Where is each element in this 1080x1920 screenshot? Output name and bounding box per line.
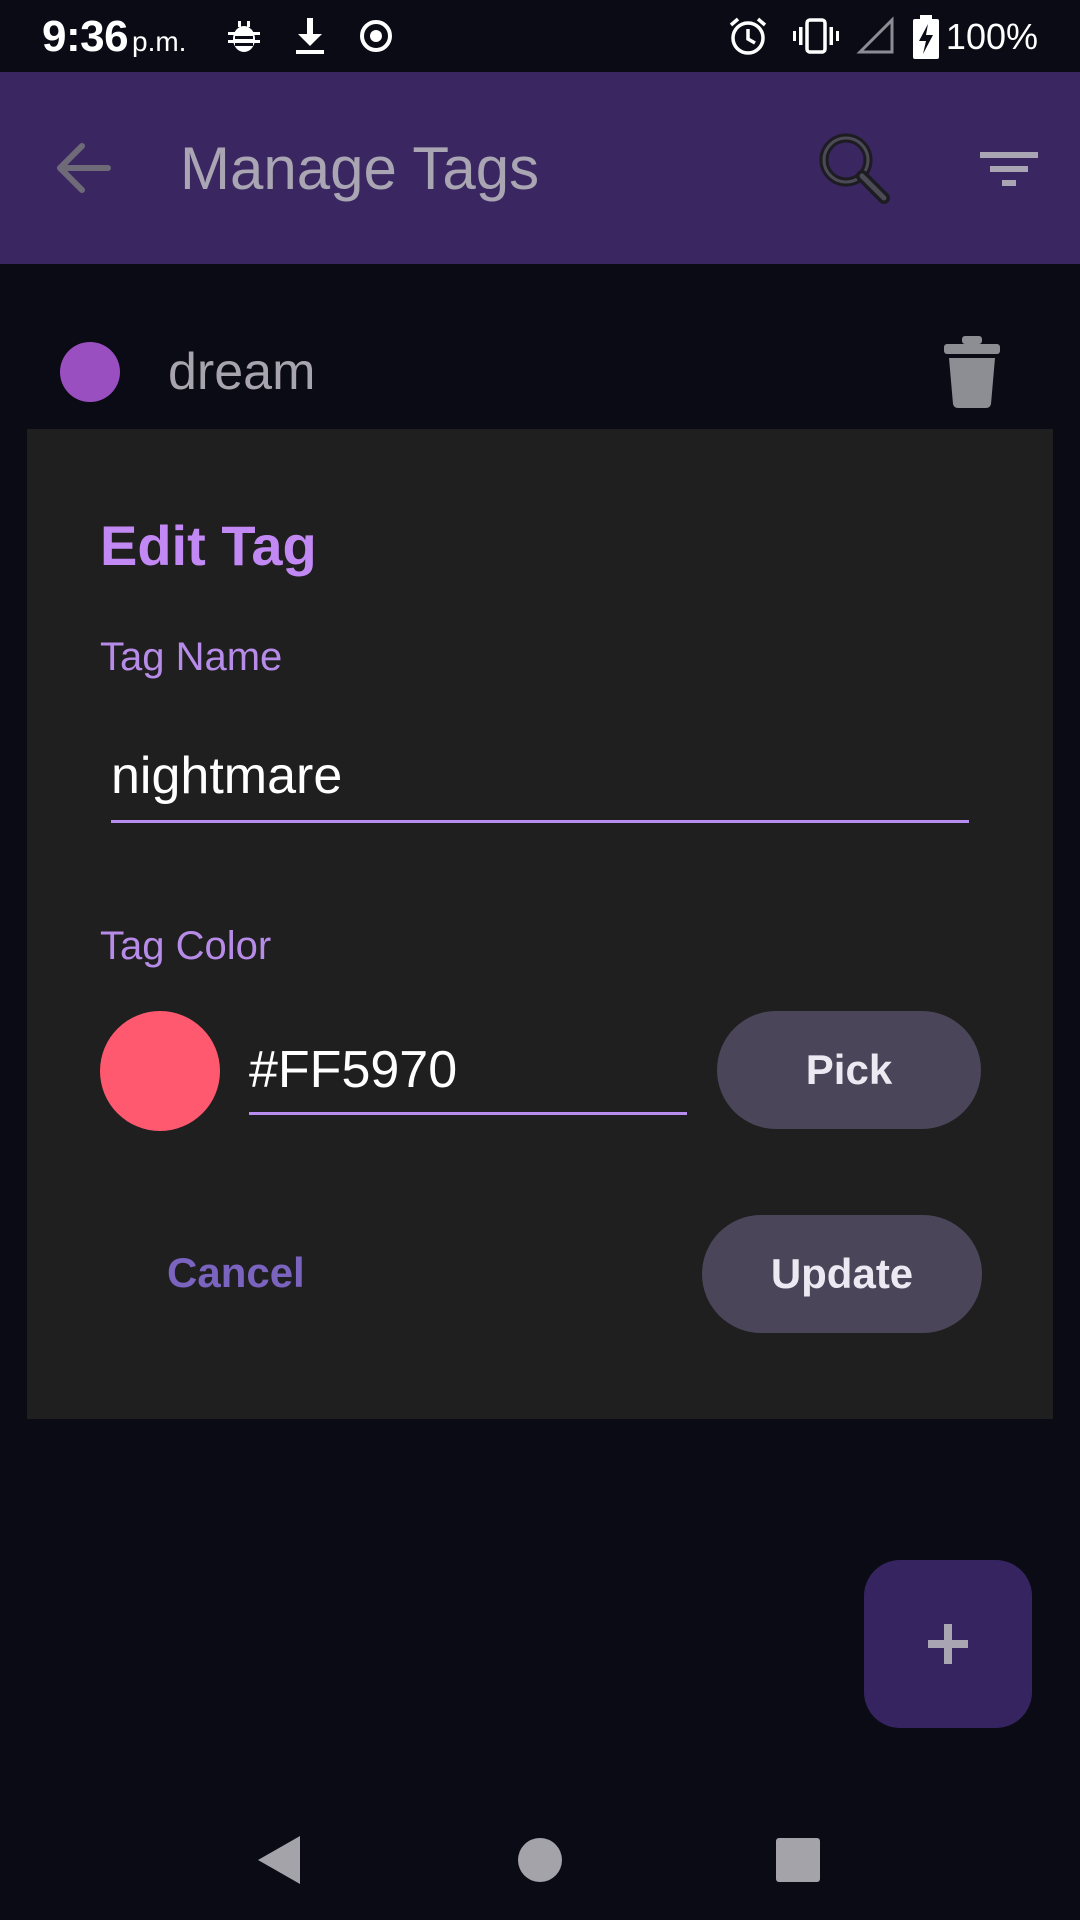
vibrate-icon [792, 14, 839, 58]
tag-name-field[interactable]: nightmare [111, 741, 969, 823]
alarm-icon [726, 14, 770, 58]
dialog-title: Edit Tag [100, 514, 317, 577]
nav-recents-icon[interactable] [758, 1820, 838, 1900]
plus-icon [928, 1624, 968, 1664]
update-button-label: Update [770, 1250, 914, 1297]
tag-name-value: nightmare [111, 747, 343, 805]
color-hex-value: #FF5970 [249, 1041, 458, 1099]
search-icon[interactable] [810, 124, 900, 214]
tag-color-dot [60, 342, 120, 402]
color-swatch[interactable] [100, 1011, 220, 1131]
tag-color-label: Tag Color [100, 924, 272, 968]
pick-button-label: Pick [805, 1046, 893, 1093]
page-title: Manage Tags [180, 135, 540, 202]
back-arrow-icon[interactable] [40, 128, 130, 208]
app-bar: Manage Tags [0, 72, 1080, 264]
download-icon [288, 14, 332, 58]
update-button[interactable]: Update [702, 1215, 982, 1333]
status-ampm: p.m. [132, 26, 187, 57]
record-icon [354, 14, 398, 58]
add-tag-button[interactable] [864, 1560, 1032, 1728]
color-hex-field[interactable]: #FF5970 [249, 1015, 687, 1115]
tag-label: dream [168, 343, 316, 401]
battery-percentage: 100% [945, 16, 1038, 57]
filter-icon[interactable] [970, 132, 1050, 212]
nav-back-icon[interactable] [240, 1820, 320, 1900]
cancel-button[interactable]: Cancel [167, 1249, 305, 1297]
status-bar: 9:36 p.m. 100% [0, 0, 1080, 72]
pick-color-button[interactable]: Pick [717, 1011, 981, 1129]
bug-icon [222, 14, 266, 58]
nav-home-icon[interactable] [500, 1820, 580, 1900]
screen: 9:36 p.m. 100% Manage Tags dream Edit Ta… [0, 0, 1080, 1920]
status-time: 9:36 [42, 12, 129, 61]
edit-tag-dialog: Edit Tag Tag Name nightmare Tag Color #F… [27, 429, 1053, 1419]
navigation-bar [0, 1800, 1080, 1920]
trash-icon[interactable] [940, 334, 1004, 410]
tag-name-label: Tag Name [100, 635, 283, 679]
list-item[interactable]: dream [0, 320, 1080, 430]
signal-icon [856, 14, 900, 58]
